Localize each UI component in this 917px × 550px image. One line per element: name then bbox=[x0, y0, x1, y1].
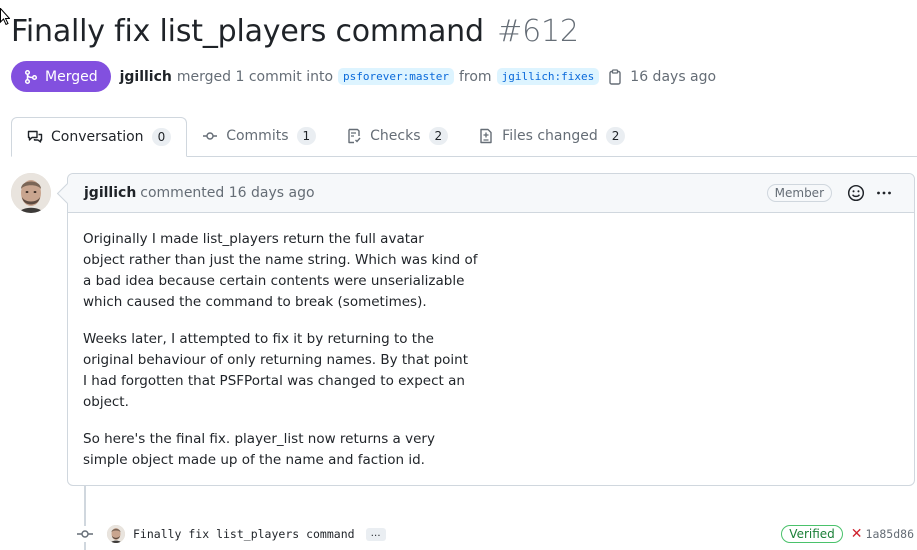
add-reaction-icon[interactable] bbox=[842, 181, 870, 205]
comment-line: object rather than just the name string.… bbox=[83, 252, 478, 268]
copy-icon[interactable] bbox=[608, 68, 622, 85]
pr-title-text: Finally fix list_players command bbox=[11, 14, 484, 49]
tab-checks-label: Checks bbox=[370, 128, 421, 144]
comment-actions: Member bbox=[766, 181, 898, 205]
member-badge: Member bbox=[766, 184, 832, 202]
tab-commits-count: 1 bbox=[296, 127, 317, 145]
comment-line: Originally I made list_players return th… bbox=[83, 231, 424, 247]
avatar[interactable] bbox=[11, 173, 51, 213]
comment-author-link[interactable]: jgillich bbox=[84, 185, 136, 201]
commit-meta: Verified ✕ 1a85d86 bbox=[781, 525, 914, 543]
comment-line: a bad idea because certain contents were… bbox=[83, 273, 465, 289]
comment-timestamp[interactable]: commented 16 days ago bbox=[140, 185, 314, 201]
tab-conversation-label: Conversation bbox=[51, 129, 144, 145]
comment-line: Weeks later, I attempted to fix it by re… bbox=[83, 331, 434, 347]
file-diff-icon bbox=[480, 128, 492, 144]
tab-commits-label: Commits bbox=[226, 128, 289, 144]
tab-files-changed-count: 2 bbox=[605, 127, 626, 145]
mouse-cursor-icon bbox=[0, 8, 10, 26]
tab-files-changed-label: Files changed bbox=[502, 128, 598, 144]
merged-badge: Merged bbox=[11, 61, 111, 92]
comment-paragraph: So here's the final fix. player_list now… bbox=[83, 429, 899, 471]
comment-line: object. bbox=[83, 394, 129, 410]
git-merge-icon bbox=[24, 69, 38, 84]
x-icon[interactable]: ✕ bbox=[851, 526, 863, 542]
comment-header: jgillich commented 16 days ago Member bbox=[68, 174, 914, 213]
verified-badge[interactable]: Verified bbox=[781, 525, 843, 543]
merged-badge-label: Merged bbox=[45, 68, 98, 85]
comment-paragraph: Originally I made list_players return th… bbox=[83, 229, 899, 313]
pr-number: #612 bbox=[497, 14, 579, 49]
tab-files-changed[interactable]: Files changed 2 bbox=[463, 116, 640, 156]
pr-author-link[interactable]: jgillich bbox=[120, 69, 172, 85]
git-commit-icon bbox=[203, 132, 218, 140]
tab-conversation-count: 0 bbox=[151, 128, 172, 146]
tab-conversation[interactable]: Conversation 0 bbox=[11, 117, 188, 157]
comment-line: simple object made up of the name and fa… bbox=[83, 452, 425, 468]
comment-box: jgillich commented 16 days ago Member Or… bbox=[67, 173, 915, 486]
tab-commits[interactable]: Commits 1 bbox=[187, 116, 331, 156]
tab-checks[interactable]: Checks 2 bbox=[331, 116, 463, 156]
comment-line: I had forgotten that PSFPortal was chang… bbox=[83, 373, 465, 389]
comment-line: which caused the command to break (somet… bbox=[83, 294, 427, 310]
commit-row: Finally fix list_players command … Verif… bbox=[76, 520, 917, 548]
from-label: from bbox=[458, 68, 492, 85]
comment-line: So here's the final fix. player_list now… bbox=[83, 431, 435, 447]
pr-tabs: Conversation 0 Commits 1 Checks 2 Files … bbox=[11, 117, 917, 157]
comment-paragraph: Weeks later, I attempted to fix it by re… bbox=[83, 329, 899, 413]
checklist-icon bbox=[348, 128, 361, 144]
kebab-horizontal-icon[interactable] bbox=[870, 181, 898, 205]
commit-message-link[interactable]: Finally fix list_players command bbox=[133, 527, 355, 541]
pr-action-text: merged 1 commit into bbox=[176, 68, 334, 85]
pr-meta: Merged jgillich merged 1 commit into psf… bbox=[11, 61, 716, 92]
base-branch-link[interactable]: psforever:master bbox=[338, 68, 454, 85]
tab-checks-count: 2 bbox=[428, 127, 449, 145]
pr-title: Finally fix list_players command #612 bbox=[11, 14, 579, 49]
expand-commit-button[interactable]: … bbox=[365, 527, 386, 541]
comment-line: original behaviour of only returning nam… bbox=[83, 352, 469, 368]
head-branch-link[interactable]: jgillich:fixes bbox=[496, 68, 600, 85]
commit-author-avatar[interactable] bbox=[107, 525, 125, 543]
commit-sha-link[interactable]: 1a85d86 bbox=[866, 527, 914, 541]
comment-body: Originally I made list_players return th… bbox=[68, 213, 914, 503]
git-commit-icon bbox=[76, 526, 94, 542]
comment-discussion-icon bbox=[27, 130, 43, 143]
pr-time-ago: 16 days ago bbox=[630, 68, 717, 85]
